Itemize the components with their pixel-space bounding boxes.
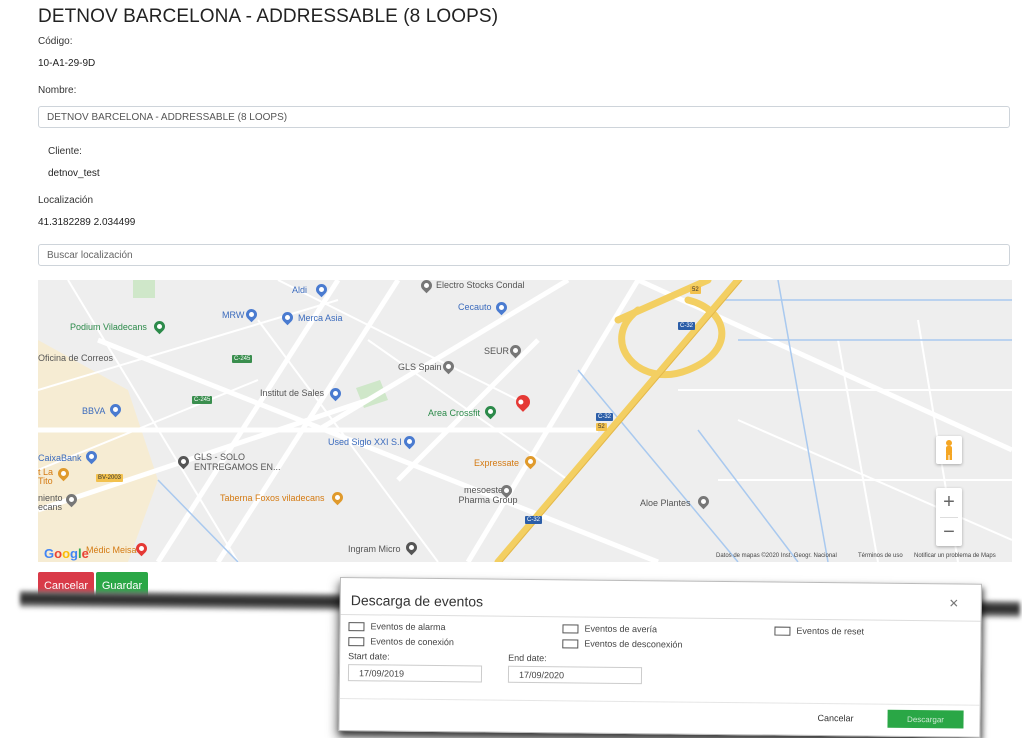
- modal-footer-divider: [339, 698, 980, 706]
- fault-events-label: Eventos de avería: [584, 623, 658, 635]
- terms-link[interactable]: Términos de uso: [858, 553, 903, 559]
- road-c245-shield: C-245: [192, 396, 213, 404]
- page-title: DETNOV BARCELONA - ADDRESSABLE (8 LOOPS): [38, 6, 499, 27]
- pegman-icon: [946, 440, 952, 460]
- poi-expressate[interactable]: Expressate: [474, 458, 519, 468]
- reset-events-checkbox[interactable]: [774, 626, 791, 636]
- localizacion-label: Localización: [38, 195, 94, 206]
- poi-used-siglo[interactable]: Used Siglo XXI S.l: [328, 437, 402, 447]
- modal-divider: [340, 614, 981, 622]
- report-problem-link[interactable]: Notificar un problema de Maps: [914, 553, 996, 559]
- codigo-label: Código:: [38, 36, 73, 47]
- poi-miento[interactable]: niento ecans: [38, 494, 68, 512]
- localizacion-value: 41.3182289 2.034499: [38, 217, 136, 228]
- road-bv2003-shield: BV-2003: [96, 474, 124, 482]
- road-c32-shield: C-32: [525, 516, 543, 524]
- search-location-input[interactable]: [38, 244, 1010, 266]
- poi-medic-meisa[interactable]: Médic Meisa: [86, 545, 137, 555]
- poi-aloe[interactable]: Aloe Plantes: [640, 498, 691, 508]
- street-view-button[interactable]: [936, 436, 962, 464]
- road-c245-shield: C-245: [232, 355, 253, 363]
- poi-institut[interactable]: Institut de Sales: [260, 388, 324, 398]
- close-icon[interactable]: ✕: [949, 596, 959, 610]
- connection-events-checkbox[interactable]: [348, 637, 365, 647]
- alarm-events-checkbox[interactable]: [348, 622, 365, 632]
- fault-events-checkbox[interactable]: [562, 624, 579, 634]
- modal-title: Descarga de eventos: [350, 592, 484, 610]
- reset-events-label: Eventos de reset: [796, 625, 865, 637]
- modal-cancel-button[interactable]: Cancelar: [817, 713, 853, 723]
- poi-bbva[interactable]: BBVA: [82, 406, 105, 416]
- map-view[interactable]: Aldi Electro Stocks Condal Cecauto Podiu…: [38, 280, 1012, 562]
- poi-seur[interactable]: SEUR: [484, 346, 509, 356]
- zoom-in-button[interactable]: +: [936, 488, 962, 516]
- start-date-label: Start date:: [348, 651, 390, 662]
- poi-mrw[interactable]: MRW: [222, 310, 244, 320]
- poi-aldi[interactable]: Aldi: [292, 285, 307, 295]
- poi-merca-asia[interactable]: Merca Asia: [298, 313, 343, 323]
- poi-cecauto[interactable]: Cecauto: [458, 302, 492, 312]
- google-logo: Google: [44, 546, 89, 561]
- poi-caixabank[interactable]: CaixaBank: [38, 453, 82, 463]
- nombre-input[interactable]: [38, 106, 1010, 128]
- download-events-modal: Descarga de eventos ✕ Eventos de alarma …: [338, 577, 982, 738]
- poi-ingram[interactable]: Ingram Micro: [348, 544, 401, 554]
- cliente-value: detnov_test: [48, 168, 100, 179]
- disconnection-events-checkbox[interactable]: [562, 639, 579, 649]
- poi-mesoestetic[interactable]: mesoestetic Pharma Group: [448, 485, 528, 505]
- end-date-label: End date:: [508, 652, 547, 664]
- road-c32-shield: C-32: [596, 413, 614, 421]
- disconnection-events-label: Eventos de desconexión: [584, 638, 683, 650]
- zoom-out-button[interactable]: −: [936, 518, 962, 546]
- connection-events-label: Eventos de conexión: [370, 636, 454, 648]
- download-button[interactable]: Descargar: [887, 709, 964, 729]
- poi-gls-spain[interactable]: GLS Spain: [398, 362, 442, 372]
- poi-correos[interactable]: Oficina de Correos: [38, 353, 113, 363]
- start-date-input[interactable]: [347, 664, 483, 683]
- poi-electro-stocks[interactable]: Electro Stocks Condal: [436, 280, 525, 290]
- poi-taberna[interactable]: Taberna Foxos viladecans: [220, 493, 325, 503]
- nombre-label: Nombre:: [38, 85, 77, 96]
- poi-gls-solo[interactable]: GLS - SOLO ENTREGAMOS EN...: [194, 452, 290, 472]
- poi-podium[interactable]: Podium Viladecans: [70, 322, 147, 332]
- road-52-shield: 52: [596, 423, 607, 431]
- poi-area-crossfit[interactable]: Area Crossfit: [428, 408, 480, 418]
- alarm-events-label: Eventos de alarma: [370, 621, 446, 633]
- map-data-attribution: Datos de mapas ©2020 Inst. Geogr. Nacion…: [716, 553, 837, 559]
- end-date-input[interactable]: [507, 665, 643, 685]
- road-c32-shield: C-32: [678, 322, 696, 330]
- road-52-shield: 52: [690, 286, 701, 294]
- codigo-value: 10-A1-29-9D: [38, 58, 96, 69]
- zoom-controls: + −: [936, 488, 962, 546]
- cliente-label: Cliente:: [48, 146, 82, 157]
